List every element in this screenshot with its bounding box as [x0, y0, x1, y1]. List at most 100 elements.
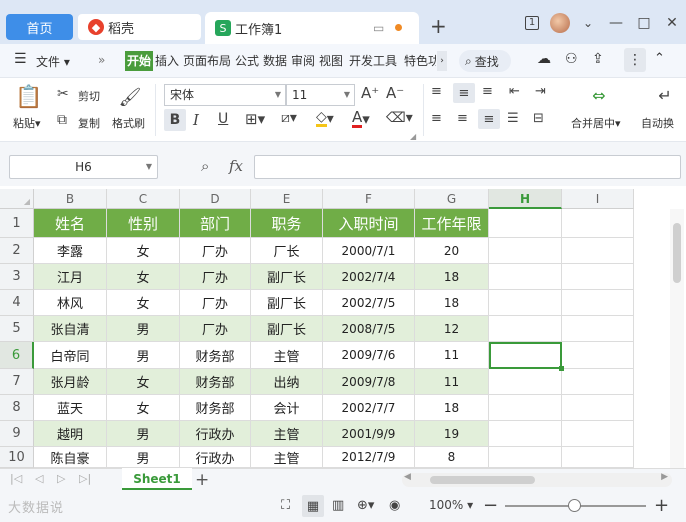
table-cell[interactable]: 张自清	[34, 316, 107, 342]
table-cell[interactable]: 2009/7/6	[323, 342, 415, 369]
align-left-icon[interactable]: ≡	[431, 111, 442, 126]
table-cell[interactable]: 财务部	[180, 369, 251, 395]
table-cell[interactable]: 2009/7/8	[323, 369, 415, 395]
scroll-right-icon[interactable]: ▶	[661, 472, 668, 482]
row-header-9[interactable]: 9	[0, 421, 34, 447]
table-cell[interactable]: 女	[107, 290, 180, 316]
cut-button[interactable]: 剪切	[78, 88, 100, 104]
decrease-indent-icon[interactable]: ⇤	[509, 84, 520, 99]
scroll-left-icon[interactable]: ◀	[404, 472, 411, 482]
grid-cell[interactable]	[562, 290, 634, 316]
column-header-h[interactable]: H	[489, 189, 562, 209]
increase-indent-icon[interactable]: ⇥	[535, 84, 546, 99]
zoom-in-icon[interactable]: +	[654, 495, 669, 516]
page-indicator[interactable]: 1	[518, 11, 546, 35]
user-add-icon[interactable]: ⚇	[565, 51, 578, 67]
table-cell[interactable]: 财务部	[180, 342, 251, 369]
close-icon[interactable]: ✕	[658, 11, 686, 35]
table-cell[interactable]: 李露	[34, 238, 107, 264]
paste-button[interactable]: 粘贴▾	[13, 115, 41, 131]
table-cell[interactable]: 11	[415, 342, 489, 369]
eye-protection-icon[interactable]: ◉	[389, 498, 400, 513]
format-painter-button[interactable]: 格式刷	[112, 115, 145, 131]
unsaved-dot-icon[interactable]	[395, 24, 402, 31]
wrap-text-icon[interactable]: ↵	[652, 84, 678, 106]
table-cell[interactable]: 女	[107, 238, 180, 264]
tab-view[interactable]: 视图	[319, 51, 343, 71]
table-cell[interactable]: 林风	[34, 290, 107, 316]
fill-style-icon[interactable]: ⧄▾	[281, 110, 297, 126]
normal-view-icon[interactable]: ▦	[302, 495, 324, 517]
table-cell[interactable]: 厂办	[180, 264, 251, 290]
table-header-cell[interactable]: 姓名	[34, 209, 107, 238]
menu-file[interactable]: 文件 ▾	[36, 53, 70, 70]
align-top-icon[interactable]: ≡	[431, 84, 442, 99]
horizontal-scrollbar[interactable]: ◀ ▶	[402, 472, 672, 487]
tab-developer[interactable]: 开发工具	[349, 51, 397, 71]
row-header-3[interactable]: 3	[0, 264, 34, 290]
table-cell[interactable]: 男	[107, 316, 180, 342]
fill-handle[interactable]	[559, 366, 564, 371]
font-size-select[interactable]: 11 ▼	[286, 84, 355, 106]
borders-icon[interactable]: ⊞▾	[245, 110, 265, 128]
row-header-4[interactable]: 4	[0, 290, 34, 316]
zoom-level[interactable]: 100% ▾	[429, 498, 473, 512]
grid-cell[interactable]	[489, 395, 562, 421]
font-color-icon[interactable]: A ▾	[352, 110, 370, 128]
table-cell[interactable]: 18	[415, 264, 489, 290]
grid-cell[interactable]	[489, 369, 562, 395]
column-header-c[interactable]: C	[107, 189, 180, 209]
grid-cell[interactable]	[562, 395, 634, 421]
format-painter-icon[interactable]: 🖌	[118, 84, 142, 110]
table-cell[interactable]: 厂长	[251, 238, 323, 264]
grid-cell[interactable]	[562, 447, 634, 468]
grid-cell[interactable]	[489, 316, 562, 342]
table-cell[interactable]: 2008/7/5	[323, 316, 415, 342]
table-cell[interactable]: 越明	[34, 421, 107, 447]
eraser-icon[interactable]: ⌫▾	[386, 110, 413, 126]
paste-icon[interactable]: 📋	[15, 84, 42, 110]
table-cell[interactable]: 2000/7/1	[323, 238, 415, 264]
tab-home[interactable]: 首页	[6, 14, 73, 40]
table-cell[interactable]: 2002/7/7	[323, 395, 415, 421]
more-icon[interactable]: »	[98, 53, 105, 67]
tab-formulas[interactable]: 公式	[235, 51, 259, 71]
fill-color-icon[interactable]: ◇ ▾	[316, 110, 334, 127]
table-cell[interactable]: 财务部	[180, 395, 251, 421]
page-layout-view-icon[interactable]: ▥	[332, 498, 344, 513]
table-cell[interactable]: 副厂长	[251, 316, 323, 342]
table-cell[interactable]: 2001/9/9	[323, 421, 415, 447]
font-name-select[interactable]: 宋体 ▼	[164, 84, 286, 106]
column-header-d[interactable]: D	[180, 189, 251, 209]
table-cell[interactable]: 18	[415, 395, 489, 421]
grid-cell[interactable]	[489, 447, 562, 468]
auto-wrap-button[interactable]: 自动换	[641, 115, 686, 131]
zoom-magnifier-icon[interactable]: ⌕	[201, 157, 209, 175]
selected-cell[interactable]	[489, 342, 562, 369]
table-cell[interactable]: 2012/7/9	[323, 447, 415, 468]
maximize-icon[interactable]: □	[630, 11, 658, 35]
align-middle-icon[interactable]: ≡	[453, 83, 475, 103]
fullscreen-icon[interactable]: ⛶	[281, 498, 290, 513]
grid-cell[interactable]	[562, 316, 634, 342]
row-header-7[interactable]: 7	[0, 369, 34, 395]
italic-icon[interactable]: I	[193, 111, 199, 129]
font-dialog-launcher-icon[interactable]: ◢	[410, 132, 416, 141]
sheet-tab-sheet1[interactable]: Sheet1	[122, 468, 192, 490]
tab-daoke[interactable]: ◆ 稻壳	[78, 14, 201, 40]
row-header-6[interactable]: 6	[0, 342, 34, 369]
copy-icon[interactable]: ⧉	[57, 112, 67, 128]
table-cell[interactable]: 男	[107, 421, 180, 447]
scrollbar-thumb[interactable]	[673, 223, 681, 283]
table-cell[interactable]: 男	[107, 447, 180, 468]
grid-cell[interactable]	[562, 238, 634, 264]
column-header-f[interactable]: F	[323, 189, 415, 209]
last-sheet-icon[interactable]: ▷|	[79, 472, 91, 485]
tab-data[interactable]: 数据	[263, 51, 287, 71]
table-header-cell[interactable]: 性别	[107, 209, 180, 238]
grid-cell[interactable]	[489, 421, 562, 447]
page-break-view-icon[interactable]: ⊕▾	[357, 498, 374, 513]
table-cell[interactable]: 厂办	[180, 238, 251, 264]
table-cell[interactable]: 男	[107, 342, 180, 369]
decrease-font-icon[interactable]: A⁻	[386, 84, 404, 102]
